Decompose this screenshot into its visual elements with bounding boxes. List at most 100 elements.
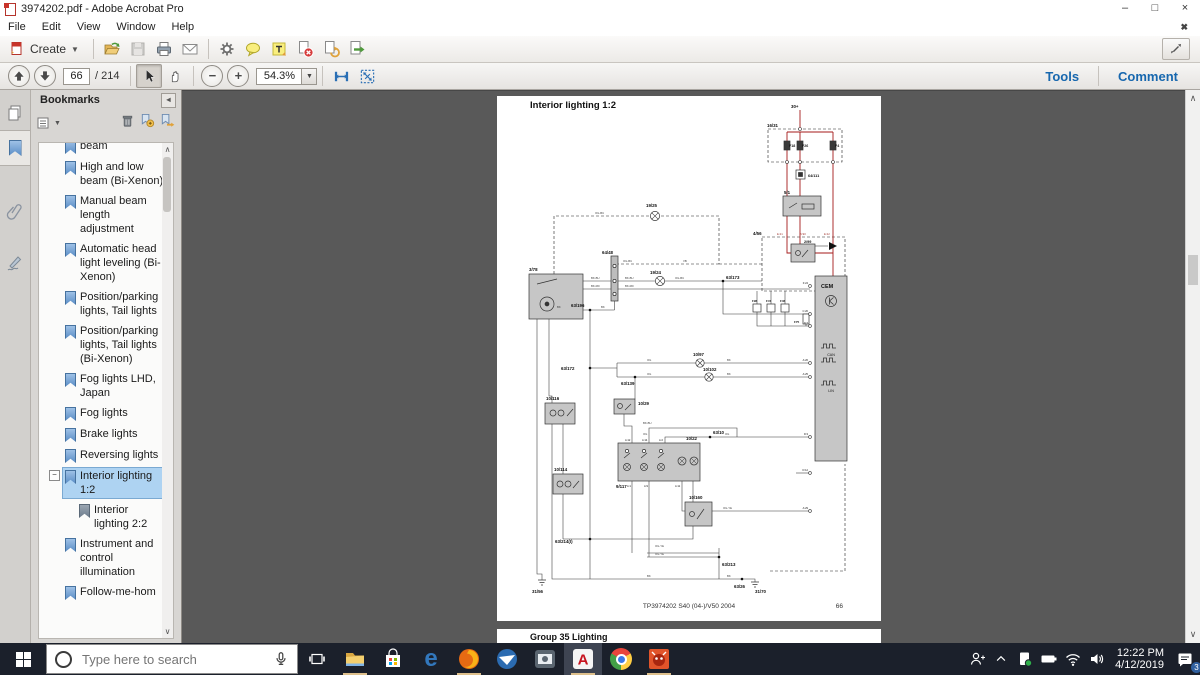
battery-icon[interactable]	[1037, 643, 1061, 675]
zoom-out-button[interactable]: −	[201, 65, 223, 87]
diagram-label: 31/70	[755, 589, 767, 594]
bookmark-item[interactable]: Instrument and control illumination	[39, 534, 169, 582]
comment-panel-button[interactable]: Comment	[1104, 69, 1192, 84]
scroll-down-icon[interactable]: ∨	[1186, 629, 1200, 640]
zoom-in-button[interactable]: +	[227, 65, 249, 87]
save-button[interactable]	[125, 37, 151, 61]
page-thumbnails-tab[interactable]	[0, 96, 30, 130]
open-button[interactable]	[99, 37, 125, 61]
task-view-button[interactable]	[298, 643, 336, 675]
bookmark-item[interactable]: Position/parking lights, Tail lights	[39, 287, 169, 321]
menu-help[interactable]: Help	[163, 21, 202, 33]
full-screen-button[interactable]	[354, 64, 380, 88]
delete-pages-button[interactable]	[292, 37, 318, 61]
bookmark-options-button[interactable]: ▼	[37, 116, 61, 130]
bookmark-goto-button[interactable]	[159, 113, 175, 133]
scrollbar-thumb[interactable]	[1188, 255, 1198, 285]
bookmark-item[interactable]: Reversing lights	[39, 445, 169, 466]
start-button[interactable]	[0, 643, 46, 675]
comment-button[interactable]	[240, 37, 266, 61]
menu-window[interactable]: Window	[108, 21, 163, 33]
signatures-tab[interactable]	[0, 246, 30, 280]
diagram-label: 5/1	[784, 190, 791, 195]
collapse-toggle-icon[interactable]: −	[49, 470, 60, 481]
highlight-button[interactable]	[266, 37, 292, 61]
attachments-tab[interactable]	[0, 194, 30, 228]
taskbar-app-firefox[interactable]	[450, 643, 488, 675]
microphone-icon[interactable]	[273, 650, 289, 668]
previous-page-button[interactable]	[8, 65, 30, 87]
taskbar-clock[interactable]: 12:22 PM 4/12/2019	[1109, 647, 1170, 671]
diagram-label: 63/213	[722, 562, 736, 567]
minimize-button[interactable]: –	[1110, 0, 1140, 18]
bookmark-item[interactable]: Manual beam length adjustment	[39, 191, 169, 239]
toolbar-expand-button[interactable]	[1162, 38, 1190, 60]
bookmark-label: Automatic head light leveling (Bi-Xenon)	[80, 242, 165, 284]
taskbar-app-capture[interactable]	[526, 643, 564, 675]
scroll-down-icon[interactable]: ∨	[162, 627, 173, 636]
menu-edit[interactable]: Edit	[34, 21, 69, 33]
bookmark-item[interactable]: Fog lights LHD, Japan	[39, 369, 169, 403]
tools-button[interactable]: Tools	[1031, 69, 1093, 84]
action-center-button[interactable]: 3	[1170, 643, 1200, 675]
export-button[interactable]	[344, 37, 370, 61]
delete-bookmark-button[interactable]	[120, 113, 135, 133]
document-scrollbar[interactable]: ∧ ∨	[1185, 90, 1200, 643]
taskbar-app-file-explorer[interactable]	[336, 643, 374, 675]
zoom-level-field[interactable]: 54.3%	[256, 68, 302, 85]
bookmark-item[interactable]: −Interior lighting 1:2	[39, 466, 169, 500]
bookmark-item[interactable]: Fog lights	[39, 403, 169, 424]
bookmark-label: beam	[80, 142, 165, 153]
bookmark-item[interactable]: beam	[39, 142, 169, 157]
hand-tool-button[interactable]	[162, 64, 188, 88]
bookmark-item[interactable]: High and low beam (Bi-Xenon)	[39, 157, 169, 191]
panel-collapse-button[interactable]: ◂	[161, 93, 176, 108]
taskbar-app-irfanview[interactable]	[640, 643, 678, 675]
diagram-label: BK-BU	[591, 276, 600, 280]
taskbar-app-acrobat[interactable]: A	[564, 643, 602, 675]
scroll-up-icon[interactable]: ∧	[1186, 93, 1200, 104]
bookmarks-scrollbar[interactable]: ∧ ∨	[162, 142, 174, 639]
bookmark-item[interactable]: Automatic head light leveling (Bi-Xenon)	[39, 239, 169, 287]
search-input[interactable]	[80, 651, 265, 668]
extract-pages-button[interactable]	[318, 37, 344, 61]
wifi-icon[interactable]	[1061, 643, 1085, 675]
email-button[interactable]	[177, 37, 203, 61]
people-icon[interactable]	[965, 643, 989, 675]
print-button[interactable]	[151, 37, 177, 61]
select-tool-button[interactable]	[136, 64, 162, 88]
scroll-up-icon[interactable]: ∧	[162, 145, 173, 154]
scrolling-mode-button[interactable]	[328, 64, 354, 88]
tray-expand-chevron-icon[interactable]	[989, 643, 1013, 675]
page-number-input[interactable]	[63, 68, 90, 85]
taskbar-app-thunderbird[interactable]	[488, 643, 526, 675]
bookmarks-tab[interactable]	[0, 130, 30, 166]
speaker-icon[interactable]	[1085, 643, 1109, 675]
scrollbar-thumb[interactable]	[163, 157, 171, 212]
arrow-down-icon	[38, 69, 52, 83]
diagram-label: 2/99	[804, 240, 811, 244]
document-area[interactable]: Interior lighting 1:2	[182, 90, 1185, 644]
menu-bar: ✖ FileEditViewWindowHelp	[0, 18, 1200, 37]
zoom-dropdown-button[interactable]: ▼	[302, 68, 317, 85]
settings-button[interactable]	[214, 37, 240, 61]
maximize-button[interactable]: □	[1140, 0, 1170, 18]
menu-view[interactable]: View	[69, 21, 109, 33]
menu-file[interactable]: File	[0, 21, 34, 33]
taskbar-app-edge[interactable]: e	[412, 643, 450, 675]
create-button[interactable]: Create ▼	[4, 38, 88, 60]
taskbar-app-store[interactable]	[374, 643, 412, 675]
new-bookmark-button[interactable]	[139, 113, 155, 133]
bookmark-item[interactable]: Position/parking lights, Tail lights (Bi…	[39, 321, 169, 369]
taskbar-app-chrome[interactable]	[602, 643, 640, 675]
toolbar-close-icon[interactable]: ✖	[1172, 22, 1196, 33]
bookmark-item[interactable]: Interior lighting 2:2	[39, 500, 169, 534]
clock-time: 12:22 PM	[1115, 647, 1164, 659]
taskbar-search[interactable]	[46, 644, 298, 674]
security-icon[interactable]	[1013, 643, 1037, 675]
bookmark-item[interactable]: Brake lights	[39, 424, 169, 445]
close-button[interactable]: ×	[1170, 0, 1200, 18]
bookmark-item[interactable]: Follow-me-hom	[39, 582, 169, 603]
next-page-button[interactable]	[34, 65, 56, 87]
clock-date: 4/12/2019	[1115, 659, 1164, 671]
